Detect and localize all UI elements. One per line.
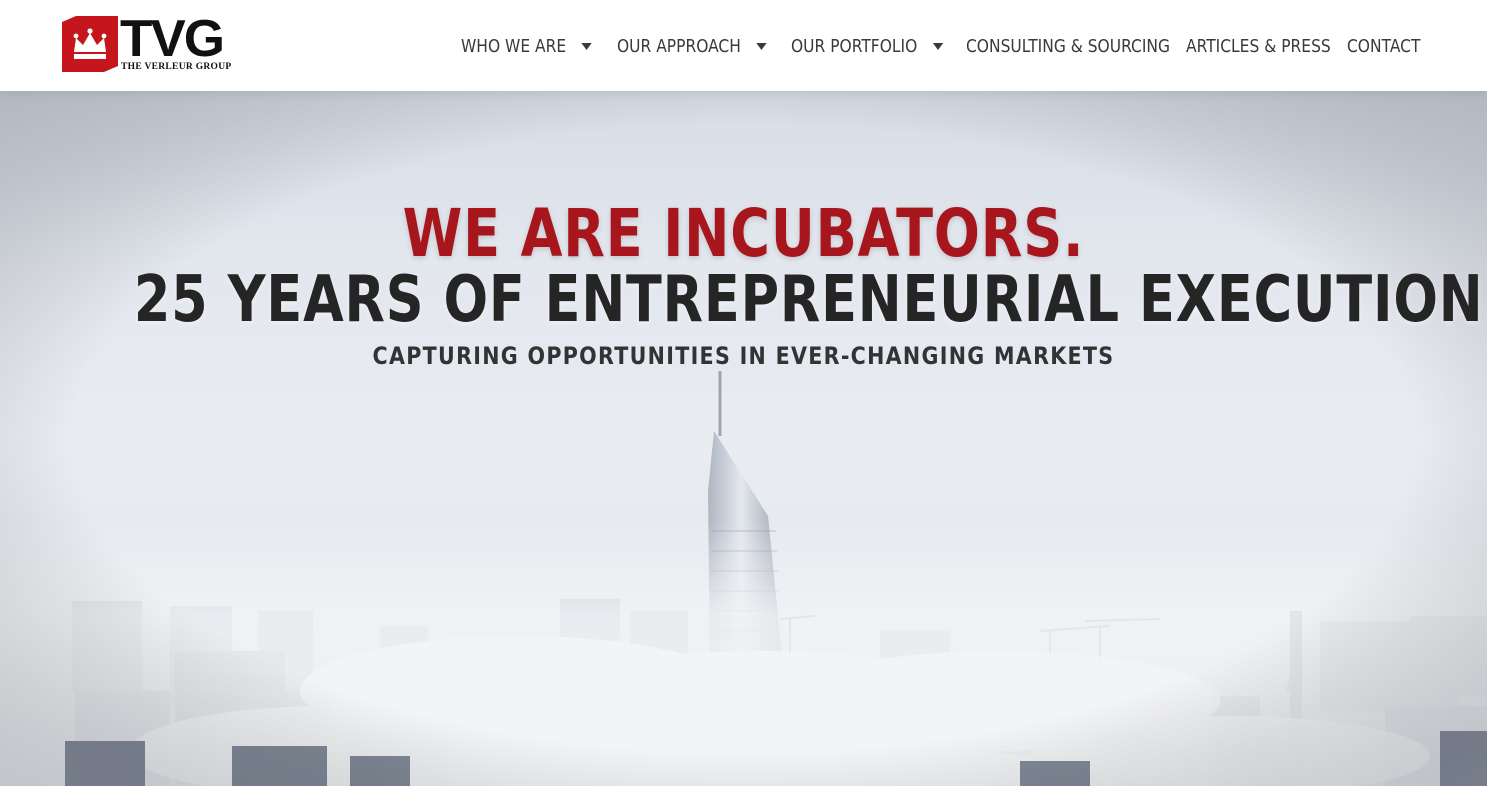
hero-subheadline: CAPTURING OPPORTUNITIES IN EVER-CHANGING… xyxy=(372,342,1115,370)
hero-headline-primary: WE ARE INCUBATORS. xyxy=(402,195,1085,272)
nav-our-approach[interactable]: OUR APPROACH xyxy=(617,33,767,59)
nav-consulting-sourcing[interactable]: CONSULTING & SOURCING xyxy=(966,33,1170,59)
caret-down-icon xyxy=(581,42,592,50)
caret-down-icon xyxy=(932,42,944,50)
site-header: TVG THE VERLEUR GROUP WHO WE ARE OUR APP… xyxy=(0,0,1487,91)
nav-contact[interactable]: CONTACT xyxy=(1347,33,1420,59)
hero-section: WE ARE INCUBATORS. 25 YEARS OF ENTREPREN… xyxy=(0,91,1487,786)
nav-label: OUR PORTFOLIO xyxy=(791,35,918,57)
hero-headline-secondary: 25 YEARS OF ENTREPRENEURIAL EXECUTION. xyxy=(133,263,1487,337)
nav-label: OUR APPROACH xyxy=(617,35,741,57)
nav-our-portfolio[interactable]: OUR PORTFOLIO xyxy=(791,33,944,59)
nav-label: CONSULTING & SOURCING xyxy=(966,35,1171,57)
nav-label: ARTICLES & PRESS xyxy=(1186,35,1331,57)
nav-who-we-are[interactable]: WHO WE ARE xyxy=(461,33,592,59)
nav-label: CONTACT xyxy=(1347,35,1421,57)
nav-articles-press[interactable]: ARTICLES & PRESS xyxy=(1186,33,1331,59)
caret-down-icon xyxy=(756,42,767,50)
nav-label: WHO WE ARE xyxy=(461,35,567,57)
main-nav: WHO WE ARE OUR APPROACH OUR PORTFOLIO CO… xyxy=(0,0,1487,91)
